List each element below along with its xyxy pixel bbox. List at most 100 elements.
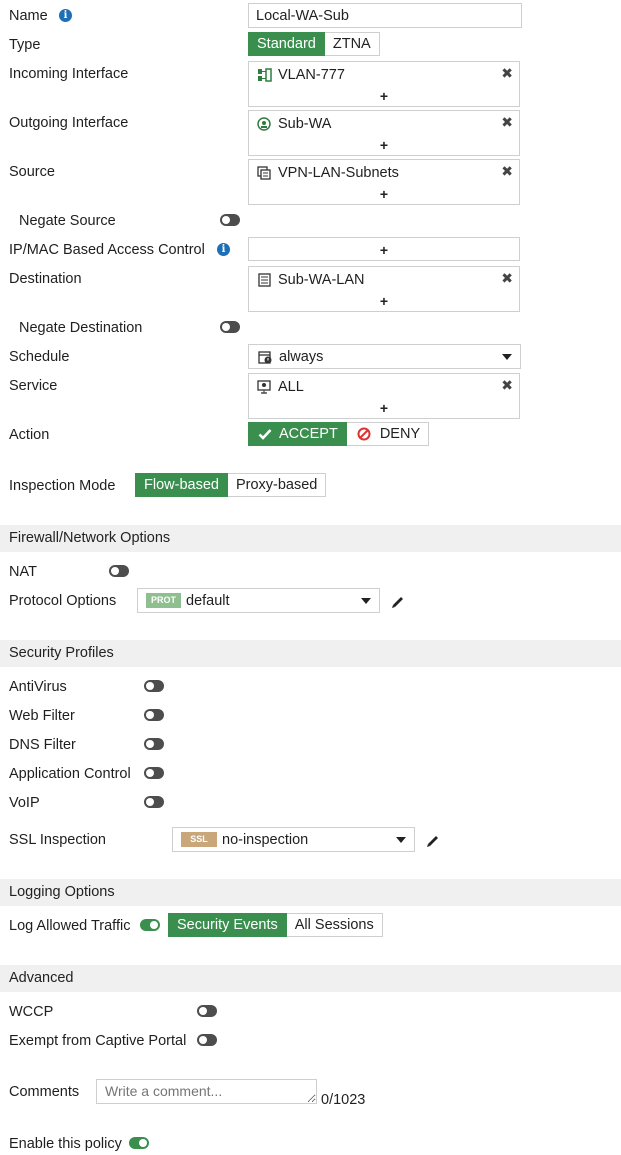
add-source-button[interactable]: +: [249, 187, 519, 201]
ipmac-label: IP/MAC Based Access Control: [9, 242, 205, 258]
info-icon[interactable]: i: [217, 243, 230, 256]
type-ztna-button[interactable]: ZTNA: [324, 32, 380, 56]
exempt-captive-portal-toggle[interactable]: [197, 1034, 217, 1046]
log-allowed-traffic-label: Log Allowed Traffic: [9, 918, 131, 934]
add-incoming-button[interactable]: +: [249, 89, 519, 103]
exempt-captive-portal-label: Exempt from Captive Portal: [9, 1033, 187, 1049]
type-standard-button[interactable]: Standard: [248, 32, 325, 56]
chevron-down-icon: [361, 598, 371, 604]
destination-entry: Sub-WA-LAN: [257, 272, 364, 288]
vlan-icon: [258, 68, 272, 82]
schedule-label: Schedule: [9, 349, 70, 365]
web-filter-toggle[interactable]: [144, 709, 164, 721]
log-allowed-traffic-toggle[interactable]: [140, 919, 160, 931]
edit-pencil-icon[interactable]: [425, 833, 441, 849]
remove-outgoing-icon[interactable]: ✖: [501, 115, 513, 129]
remove-incoming-icon[interactable]: ✖: [501, 66, 513, 80]
deny-icon: [357, 427, 371, 441]
deny-label: DENY: [379, 426, 421, 442]
source-value: VPN-LAN-Subnets: [278, 165, 399, 181]
edit-pencil-icon[interactable]: [390, 594, 406, 610]
incoming-interface-label: Incoming Interface: [9, 66, 129, 82]
accept-label: ACCEPT: [279, 426, 338, 442]
ipmac-field[interactable]: +: [248, 237, 520, 261]
chevron-down-icon: [502, 354, 512, 360]
protocol-options-value: default: [186, 593, 230, 609]
info-icon[interactable]: i: [59, 9, 72, 22]
antivirus-label: AntiVirus: [9, 679, 67, 695]
schedule-value: always: [279, 349, 324, 365]
log-mode-selector: Security Events All Sessions: [168, 913, 383, 937]
protocol-options-select[interactable]: PROT default: [137, 588, 380, 613]
inspection-mode-label: Inspection Mode: [9, 478, 116, 494]
type-selector: Standard ZTNA: [248, 32, 380, 56]
ssl-inspection-label: SSL Inspection: [9, 832, 106, 848]
proxy-based-button[interactable]: Proxy-based: [227, 473, 327, 497]
checkmark-icon: [258, 429, 272, 440]
remove-destination-icon[interactable]: ✖: [501, 271, 513, 285]
application-control-toggle[interactable]: [144, 767, 164, 779]
source-field[interactable]: VPN-LAN-Subnets ✖ +: [248, 159, 520, 205]
add-destination-button[interactable]: +: [249, 294, 519, 308]
outgoing-interface-label: Outgoing Interface: [9, 115, 129, 131]
all-sessions-button[interactable]: All Sessions: [286, 913, 383, 937]
deny-button[interactable]: DENY: [346, 422, 430, 446]
schedule-select[interactable]: always: [248, 344, 521, 369]
incoming-interface-field[interactable]: VLAN-777 ✖ +: [248, 61, 520, 107]
wccp-label: WCCP: [9, 1004, 54, 1020]
type-label: Type: [9, 37, 41, 53]
logging-section-header: Logging Options: [0, 879, 621, 906]
negate-source-toggle[interactable]: [220, 214, 240, 226]
prot-tag: PROT: [146, 593, 181, 608]
firewall-section-header: Firewall/Network Options: [0, 525, 621, 552]
negate-source-label: Negate Source: [19, 213, 116, 229]
remove-source-icon[interactable]: ✖: [501, 164, 513, 178]
outgoing-interface-field[interactable]: Sub-WA ✖ +: [248, 110, 520, 156]
remove-service-icon[interactable]: ✖: [501, 378, 513, 392]
protocol-options-label: Protocol Options: [9, 593, 117, 609]
accept-button[interactable]: ACCEPT: [248, 422, 347, 446]
voip-label: VoIP: [9, 795, 40, 811]
incoming-interface-value: VLAN-777: [278, 67, 345, 83]
service-field[interactable]: ALL ✖ +: [248, 373, 520, 419]
service-label: Service: [9, 378, 58, 394]
chevron-down-icon: [396, 837, 406, 843]
dns-filter-toggle[interactable]: [144, 738, 164, 750]
add-service-button[interactable]: +: [249, 401, 519, 415]
service-icon: [257, 380, 271, 394]
ssl-inspection-select[interactable]: SSL no-inspection: [172, 827, 415, 852]
advanced-section-header: Advanced: [0, 965, 621, 992]
name-input[interactable]: [249, 4, 521, 27]
wccp-toggle[interactable]: [197, 1005, 217, 1017]
voip-toggle[interactable]: [144, 796, 164, 808]
comments-textarea[interactable]: [96, 1079, 317, 1104]
incoming-interface-entry: VLAN-777: [257, 67, 345, 83]
security-section-header: Security Profiles: [0, 640, 621, 667]
add-outgoing-button[interactable]: +: [249, 138, 519, 152]
address-group-icon: [257, 166, 271, 180]
source-label: Source: [9, 164, 55, 180]
enable-policy-label: Enable this policy: [9, 1136, 122, 1152]
source-entry: VPN-LAN-Subnets: [257, 165, 399, 181]
application-control-label: Application Control: [9, 766, 131, 782]
inspection-mode-selector: Flow-based Proxy-based: [135, 473, 327, 497]
negate-destination-toggle[interactable]: [220, 321, 240, 333]
comments-label: Comments: [9, 1084, 80, 1100]
antivirus-toggle[interactable]: [144, 680, 164, 692]
outgoing-interface-entry: Sub-WA: [257, 116, 331, 132]
service-entry: ALL: [257, 379, 304, 395]
tunnel-icon: [257, 117, 271, 131]
add-ipmac-button[interactable]: +: [249, 243, 519, 257]
outgoing-interface-value: Sub-WA: [278, 116, 332, 132]
name-label: Name: [9, 8, 48, 24]
enable-policy-toggle[interactable]: [129, 1137, 149, 1149]
dns-filter-label: DNS Filter: [9, 737, 76, 753]
destination-field[interactable]: Sub-WA-LAN ✖ +: [248, 266, 520, 312]
name-input-wrap: [248, 3, 522, 28]
web-filter-label: Web Filter: [9, 708, 75, 724]
flow-based-button[interactable]: Flow-based: [135, 473, 228, 497]
security-events-button[interactable]: Security Events: [168, 913, 287, 937]
address-icon: [258, 273, 271, 287]
nat-toggle[interactable]: [109, 565, 129, 577]
negate-destination-label: Negate Destination: [19, 320, 143, 336]
